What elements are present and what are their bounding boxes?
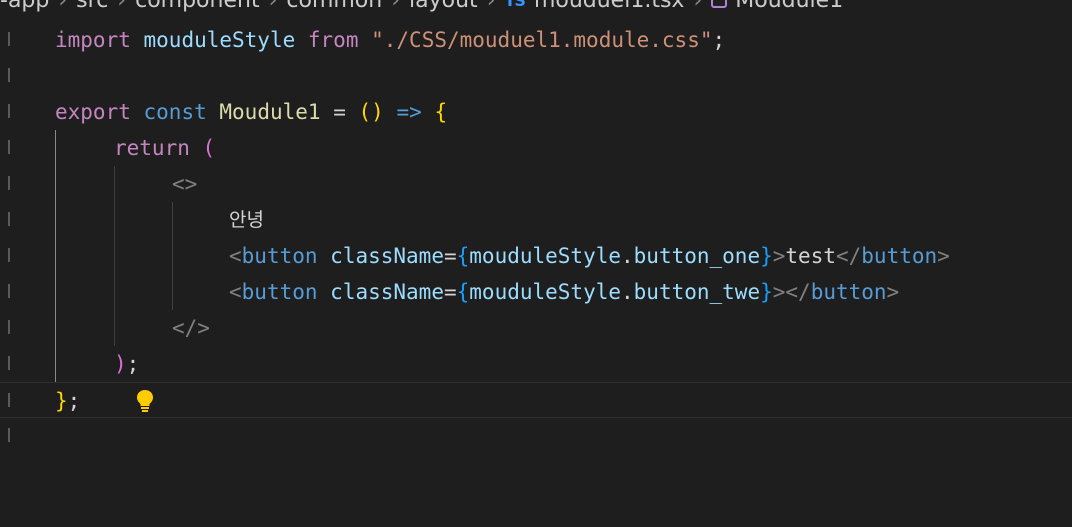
code-line-9[interactable]: </> [0,310,1072,346]
breadcrumb-item-component[interactable]: component [135,0,259,13]
gutter-fold-marker [8,32,15,46]
code-line-7[interactable]: <button className={mouduleStyle.button_o… [0,238,1072,274]
jsx-text: test [785,244,836,268]
gutter-fold-marker [8,356,15,370]
bracket: ) [114,352,127,376]
lightbulb-icon[interactable] [60,352,153,412]
typescript-file-icon: TS [504,0,526,10]
tag-bracket: < [229,244,242,268]
tag-bracket: </ [835,244,862,268]
gutter-fold-marker [8,104,15,118]
punctuation: . [621,244,634,268]
breadcrumb-item-symbol[interactable]: Moudule1 [735,0,843,13]
tag-name: button [241,244,318,268]
code-line-5[interactable]: <> [0,166,1072,202]
attribute-name: className [330,244,444,268]
punctuation: ; [126,352,140,376]
gutter-fold-marker [8,284,15,298]
breadcrumb-item-app[interactable]: -app [0,0,49,13]
tag-bracket: > [937,244,950,268]
code-line-3[interactable]: export const Moudule1 = () => { [0,94,1072,130]
bracket: ( [202,136,216,160]
jsx-fragment-close: </> [172,316,210,340]
symbol-method-icon [711,0,728,8]
tag-name: button [810,280,887,304]
code-line-2[interactable] [0,58,1072,94]
bracket: ( [358,100,372,124]
breadcrumb-item-src[interactable]: src [76,0,108,13]
bracket: } [760,280,773,304]
chevron-right-icon: › [486,0,496,13]
gutter-fold-marker [8,68,15,82]
keyword-import: import [55,28,131,52]
keyword-from: from [307,28,359,52]
identifier: mouduleStyle [143,28,296,52]
gutter-fold-marker [8,428,15,442]
gutter-fold-marker [8,212,15,226]
bracket: } [760,244,773,268]
punctuation: . [621,280,634,304]
tag-bracket: < [229,280,242,304]
code-line-10[interactable]: ); [0,346,1072,412]
property: button_twe [633,280,761,304]
identifier: mouduleStyle [469,280,621,304]
bracket: { [456,244,470,268]
bracket: { [456,280,470,304]
gutter-fold-marker [8,248,15,262]
operator: = [443,280,457,304]
breadcrumb-item-layout[interactable]: layout [409,0,478,13]
chevron-right-icon: › [268,0,278,13]
tag-bracket: ></ [772,280,811,304]
keyword-return: return [114,136,190,160]
function-name: Moudule1 [219,100,321,124]
code-line-8[interactable]: <button className={mouduleStyle.button_t… [0,274,1072,310]
arrow-operator: => [396,100,422,124]
tag-bracket: > [772,244,786,268]
breadcrumb-item-file[interactable]: mouduel1.tsx [534,0,685,13]
code-line-4[interactable]: return ( [0,130,1072,166]
code-editor[interactable]: import mouduleStyle from "./CSS/mouduel1… [0,22,1072,442]
breadcrumb: -app › src › component › common › layout… [0,0,1072,13]
bracket: { [434,100,448,124]
tag-name: button [861,244,938,268]
gutter-fold-marker [8,140,15,154]
jsx-fragment-open: <> [172,172,198,196]
chevron-right-icon: › [58,0,68,13]
jsx-text: 안녕 [229,209,264,231]
gutter-fold-marker [8,393,15,407]
chevron-right-icon: › [117,0,127,13]
string-literal: "./CSS/mouduel1.module.css" [371,28,713,52]
bracket: } [55,389,68,413]
chevron-right-icon: › [391,0,401,13]
operator: = [333,100,346,124]
breadcrumb-item-common[interactable]: common [286,0,382,13]
bracket: ) [371,100,384,124]
code-line-1[interactable]: import mouduleStyle from "./CSS/mouduel1… [0,22,1072,58]
code-line-6[interactable]: 안녕 [0,202,1072,238]
punctuation: ; [712,28,726,52]
property: button_one [633,244,761,268]
punctuation: ; [67,389,81,413]
identifier: mouduleStyle [469,244,621,268]
chevron-right-icon: › [693,0,703,13]
gutter-fold-marker [8,320,15,334]
operator: = [443,244,457,268]
tag-bracket: > [886,280,900,304]
code-line-12[interactable] [0,418,1072,454]
attribute-name: className [330,280,444,304]
keyword-export: export [55,100,131,124]
code-line-11[interactable]: }; [0,382,1072,418]
tag-name: button [241,280,318,304]
gutter-fold-marker [8,176,15,190]
keyword-const: const [143,100,207,124]
